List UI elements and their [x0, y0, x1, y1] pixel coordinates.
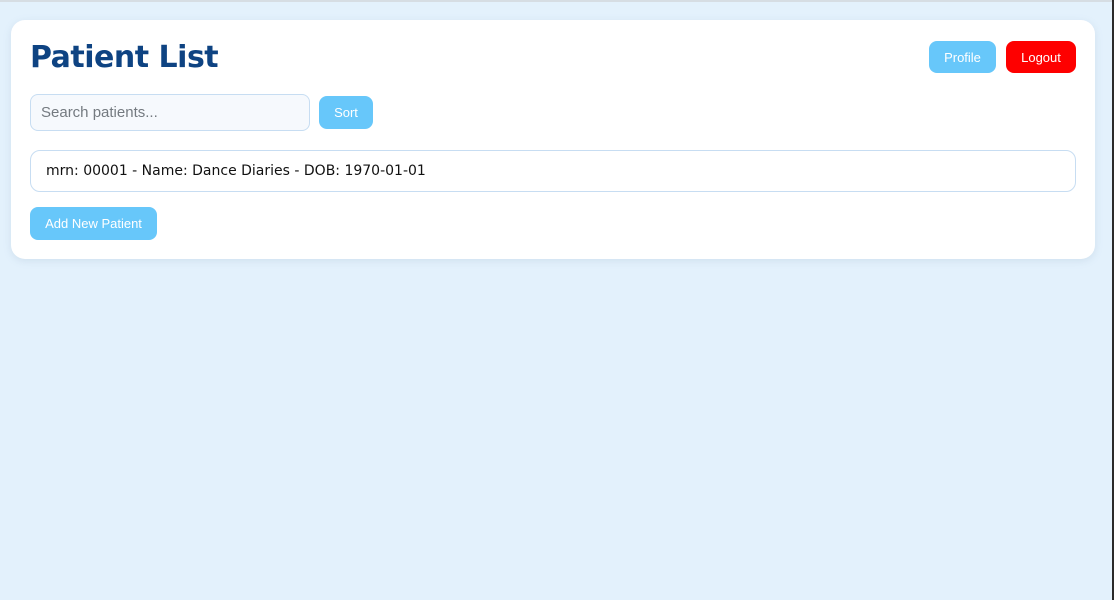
- patient-list-item[interactable]: mrn: 00001 - Name: Dance Diaries - DOB: …: [30, 150, 1076, 192]
- add-new-patient-button[interactable]: Add New Patient: [30, 207, 157, 240]
- search-input[interactable]: [30, 94, 310, 131]
- patient-list-card: Patient List Profile Logout Sort mrn: 00…: [11, 20, 1095, 259]
- logout-button[interactable]: Logout: [1006, 41, 1076, 73]
- window-top-border: [0, 0, 1114, 2]
- profile-button[interactable]: Profile: [929, 41, 996, 73]
- page-title: Patient List: [30, 40, 219, 75]
- sort-button[interactable]: Sort: [319, 96, 373, 129]
